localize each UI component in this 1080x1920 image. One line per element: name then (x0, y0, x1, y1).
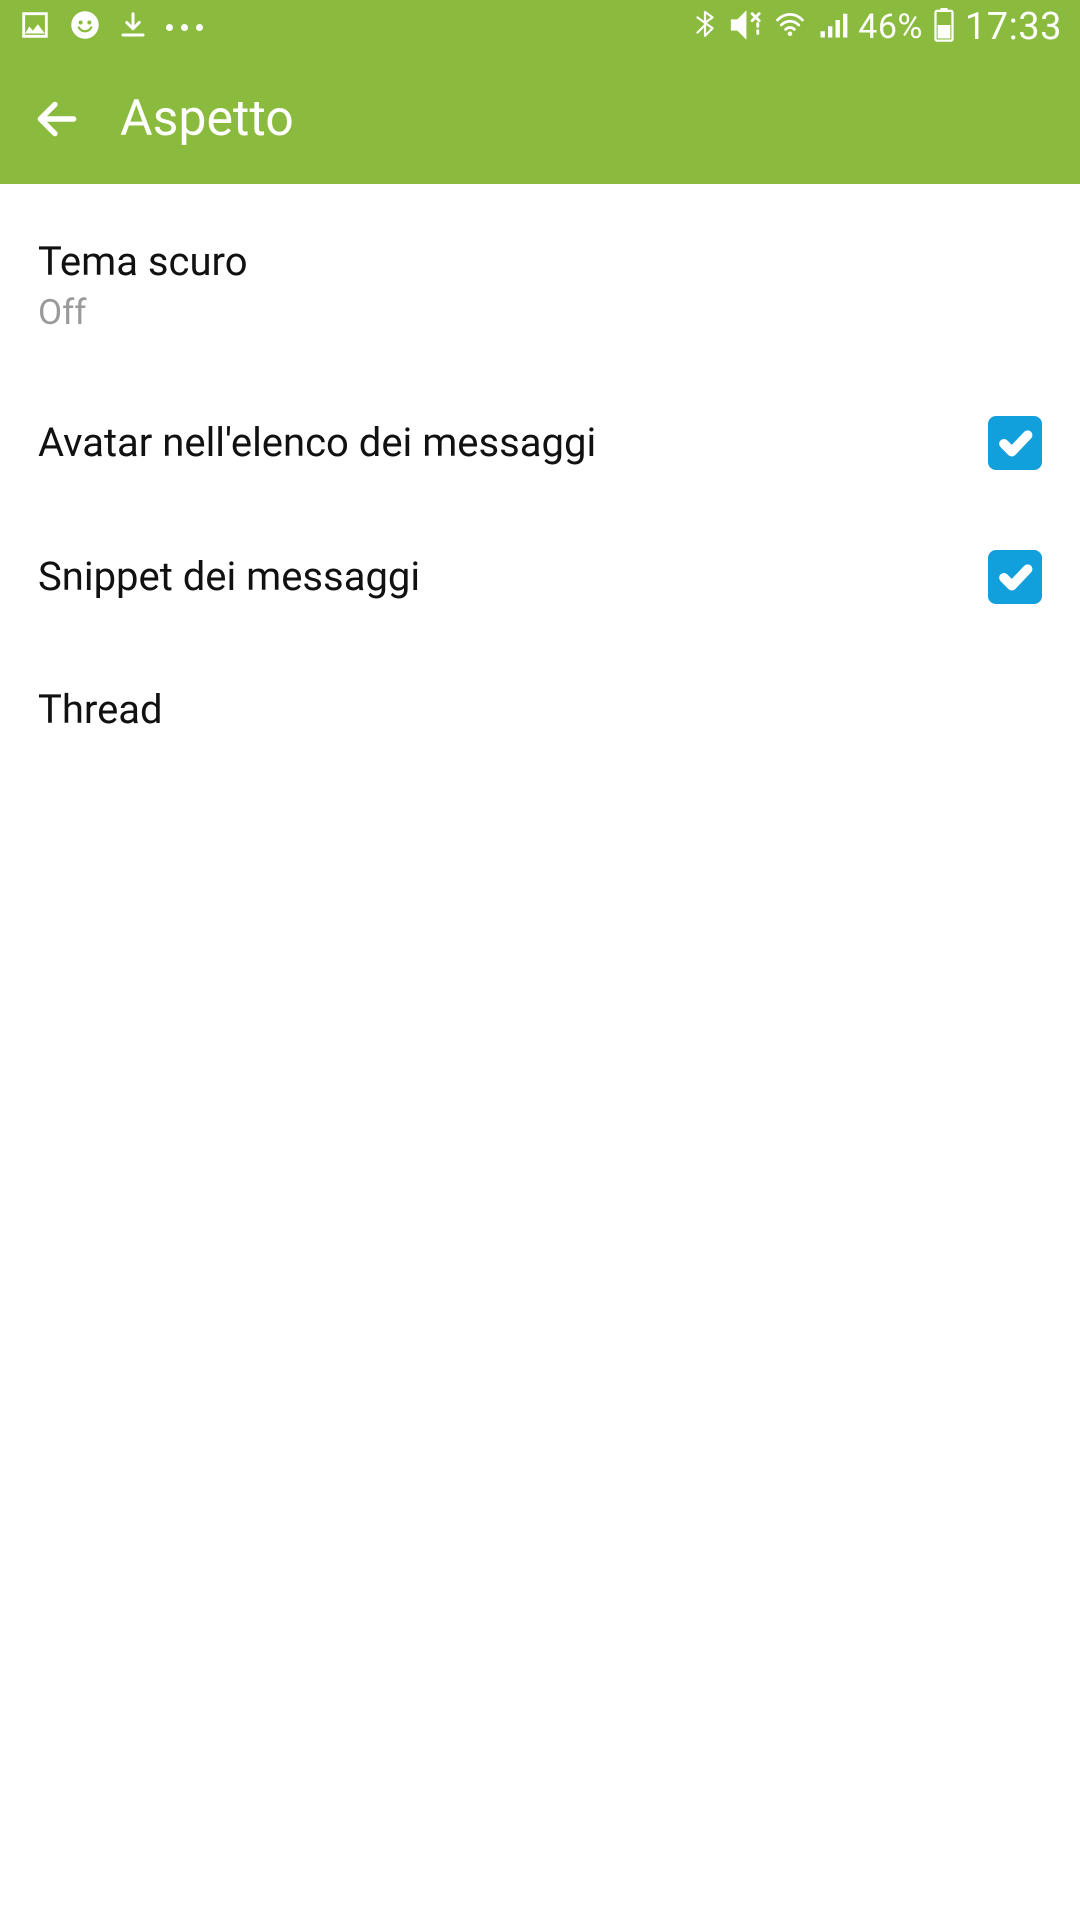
setting-title: Thread (38, 684, 163, 736)
smiley-icon (70, 10, 100, 44)
image-icon (18, 8, 52, 46)
download-icon (118, 10, 148, 44)
setting-title: Avatar nell'elenco dei messaggi (38, 417, 596, 469)
battery-icon (933, 8, 955, 46)
setting-dark-theme[interactable]: Tema scuro Off (0, 196, 1080, 376)
check-icon (996, 558, 1034, 596)
mute-vibrate-icon (728, 8, 762, 46)
setting-text: Avatar nell'elenco dei messaggi (38, 417, 596, 469)
more-dots-icon (166, 24, 203, 31)
status-bar: 46% 17:33 (0, 0, 1080, 54)
status-left (18, 8, 203, 46)
settings-list: Tema scuro Off Avatar nell'elenco dei me… (0, 184, 1080, 776)
status-right: 46% 17:33 (692, 5, 1062, 49)
signal-icon (818, 10, 848, 44)
setting-title: Tema scuro (38, 236, 248, 288)
wifi-icon (772, 10, 808, 44)
checkbox-snippet[interactable] (988, 550, 1042, 604)
app-header: Aspetto (0, 54, 1080, 184)
setting-title: Snippet dei messaggi (38, 551, 420, 603)
clock: 17:33 (965, 5, 1062, 49)
setting-message-snippet[interactable]: Snippet dei messaggi (0, 510, 1080, 644)
setting-text: Tema scuro Off (38, 236, 248, 336)
bluetooth-icon (692, 8, 718, 46)
checkbox-avatar[interactable] (988, 416, 1042, 470)
page-title: Aspetto (120, 94, 294, 144)
setting-text: Thread (38, 684, 163, 736)
setting-text: Snippet dei messaggi (38, 551, 420, 603)
check-icon (996, 424, 1034, 462)
setting-thread[interactable]: Thread (0, 644, 1080, 776)
battery-percent: 46% (858, 7, 923, 47)
setting-subtitle: Off (38, 290, 248, 336)
arrow-left-icon (32, 94, 82, 144)
setting-avatar-in-list[interactable]: Avatar nell'elenco dei messaggi (0, 376, 1080, 510)
back-button[interactable] (32, 94, 82, 144)
